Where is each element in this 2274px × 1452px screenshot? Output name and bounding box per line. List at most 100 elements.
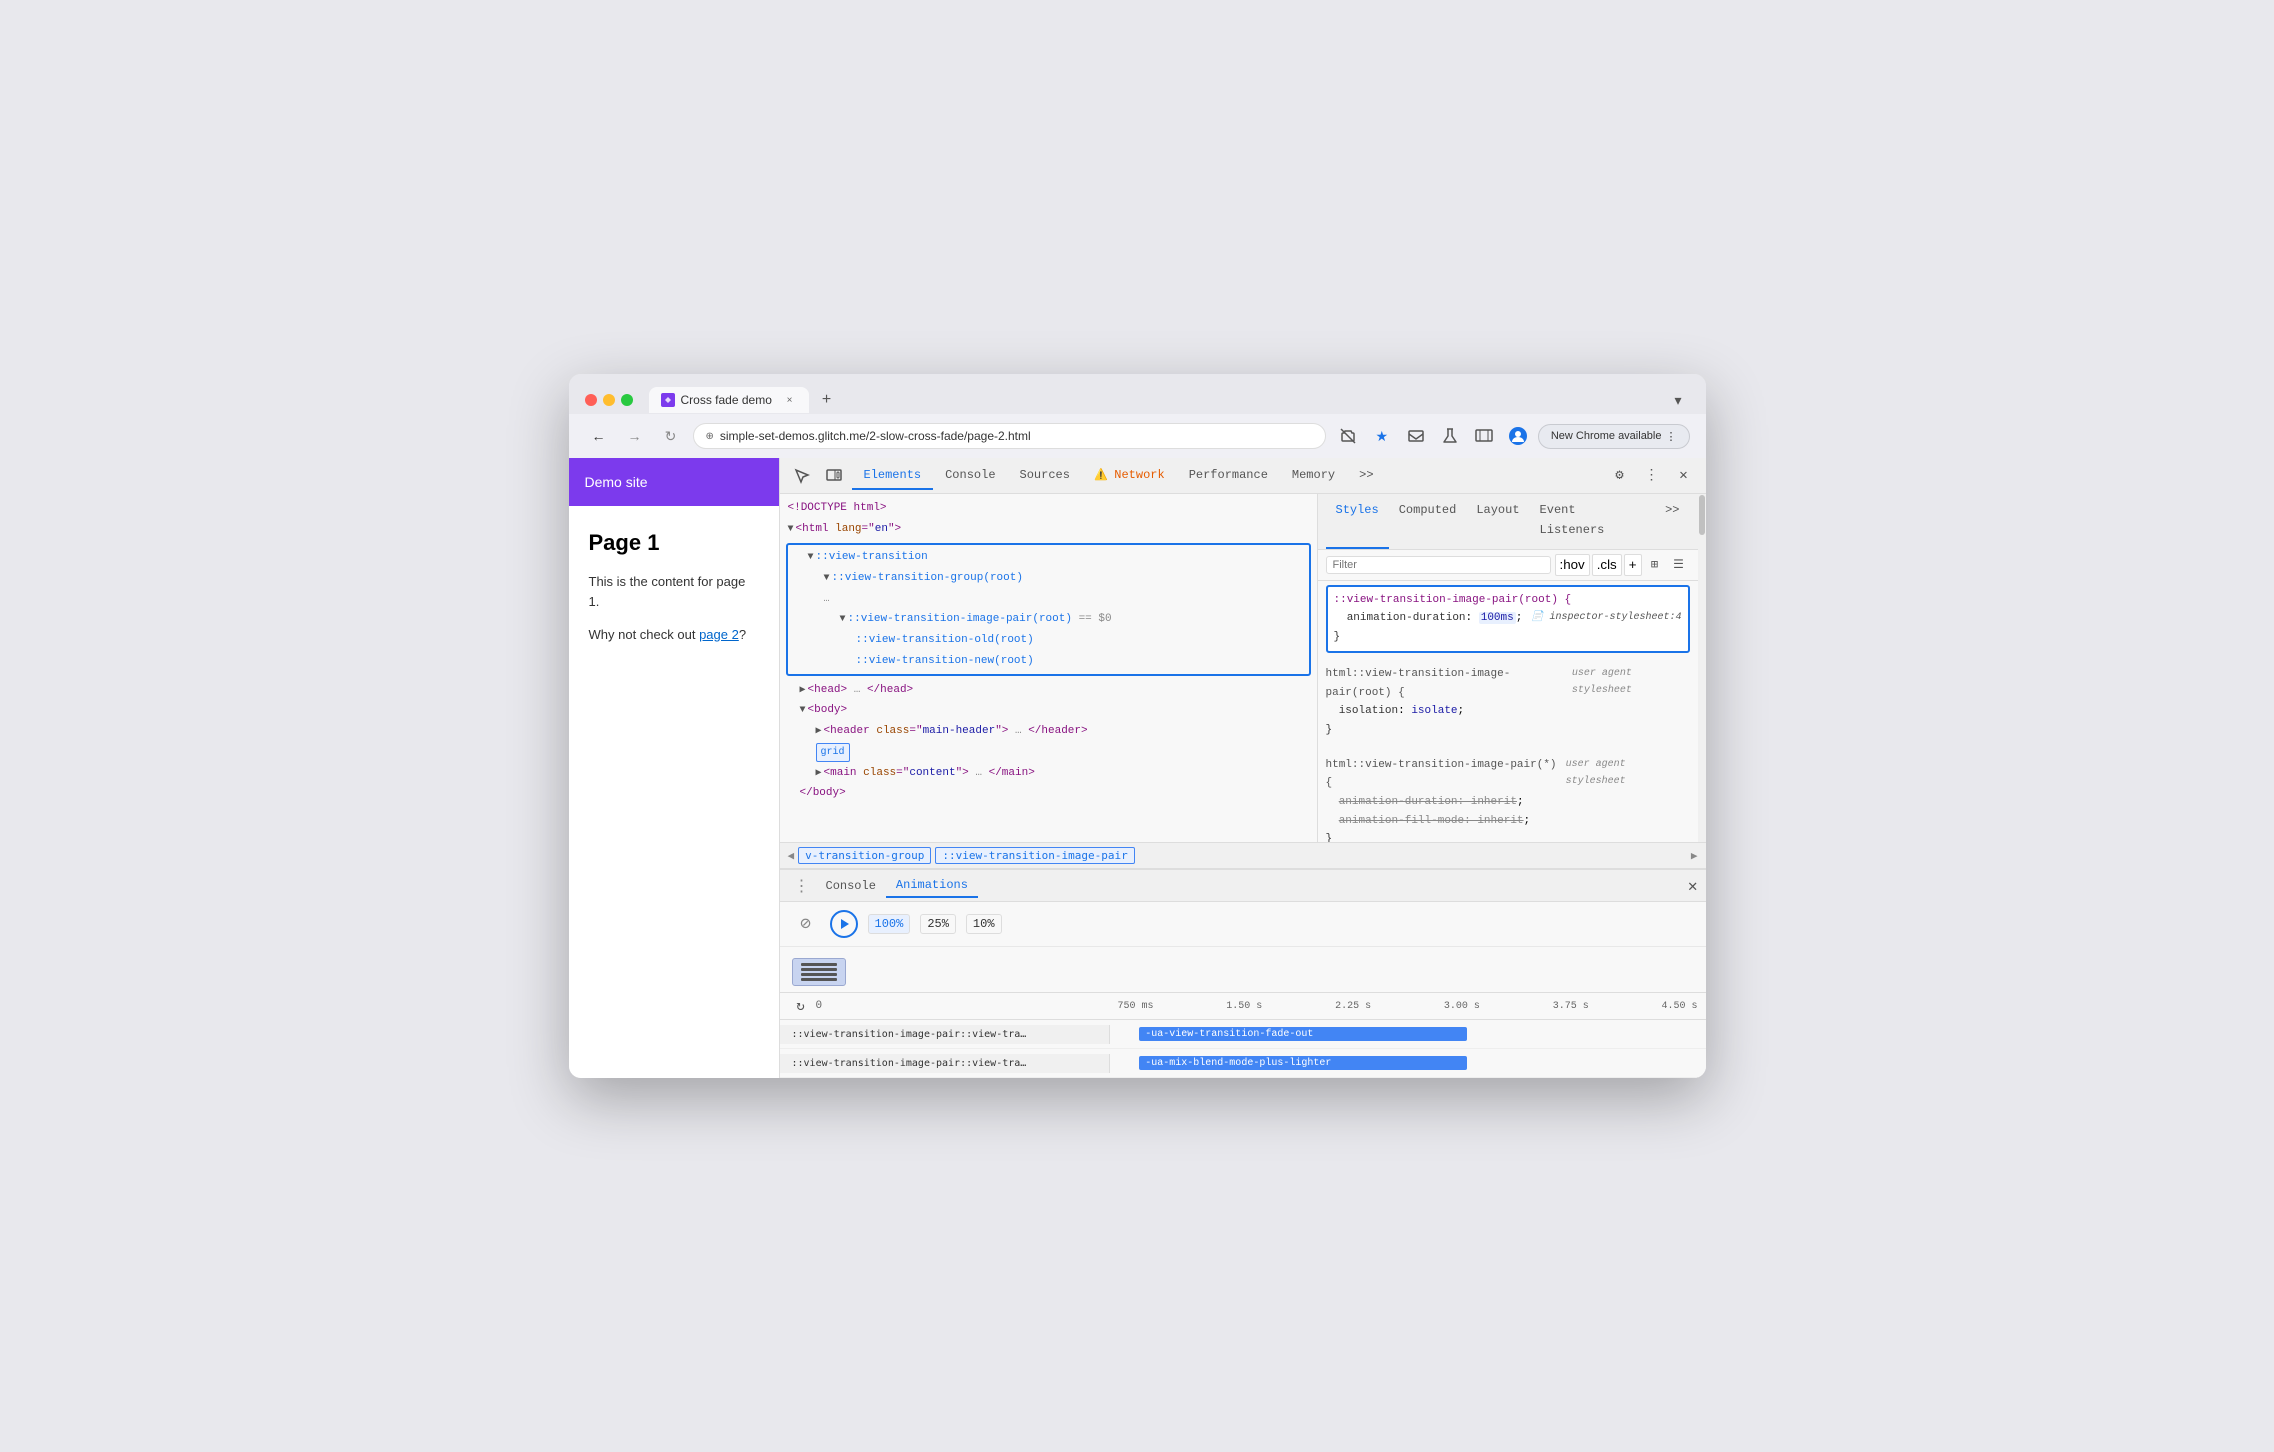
styles-panel: Styles Computed Layout Event Listeners >… [1318,494,1698,842]
back-button[interactable]: ← [585,422,613,450]
styles-filter-input[interactable] [1326,556,1551,574]
dom-line-doctype: <!DOCTYPE html> [780,498,1317,519]
tab-network[interactable]: Network [1082,462,1177,490]
more-options-icon[interactable]: ⋮ [1638,462,1666,490]
tab-close-button[interactable]: × [783,393,797,407]
tab-layout[interactable]: Layout [1466,494,1529,549]
style-rule-ua-1: html::view-transition-image-pair(root) {… [1326,661,1690,744]
breadcrumb-vt-group[interactable]: v-transition-group [798,847,931,864]
demo-p2: Why not check out page 2? [589,625,759,645]
timeline-label-2: ::view-transition-image-pair::view-tra… [780,1054,1110,1073]
new-style-rule-icon[interactable]: ⊞ [1644,554,1666,576]
camera-off-icon[interactable] [1334,422,1362,450]
cls-button[interactable]: .cls [1592,554,1622,576]
elements-panel[interactable]: <!DOCTYPE html> ▼<html lang="en"> ▼::vie… [780,494,1318,842]
timeline-row-2: ::view-transition-image-pair::view-tra… … [780,1049,1706,1078]
tab-console-bottom[interactable]: Console [816,875,886,897]
dom-line-head[interactable]: ▶<head> … </head> [780,680,1317,701]
tab-more-tools[interactable]: >> [1347,462,1385,490]
breadcrumb-vt-image-pair[interactable]: ::view-transition-image-pair [935,847,1134,864]
timeline-refresh-icon[interactable]: ↻ [792,997,810,1015]
select-element-button[interactable] [788,462,816,490]
browser-window: Cross fade demo × + ▾ ← → ↻ ⊕ simple-set… [569,374,1706,1078]
rule-prop-2: isolation: isolate; [1326,702,1690,721]
devtools-close-button[interactable]: ✕ [1670,462,1698,490]
tab-favicon-icon [661,393,675,407]
forward-button[interactable]: → [621,422,649,450]
timeline-bar-area-2: -ua-mix-blend-mode-plus-lighter [1110,1049,1706,1077]
tab-animations[interactable]: Animations [886,874,978,898]
animation-stop-button[interactable]: ⊘ [792,910,820,938]
speed-25[interactable]: 25% [920,914,956,934]
settings-icon[interactable]: ⚙ [1606,462,1634,490]
timeline-bar-2[interactable]: -ua-mix-blend-mode-plus-lighter [1139,1056,1467,1070]
active-tab[interactable]: Cross fade demo × [649,387,809,413]
new-chrome-button[interactable]: New Chrome available ⋮ [1538,424,1690,449]
styles-toolbar: :hov .cls + ⊞ ☰ [1318,550,1698,581]
dom-line-view-transition[interactable]: ▼::view-transition [788,547,1309,568]
timeline-bar-1[interactable]: -ua-view-transition-fade-out [1139,1027,1467,1041]
tab-sources[interactable]: Sources [1008,462,1082,490]
bottom-close-button[interactable]: ✕ [1688,876,1698,896]
rule-brace-2: } [1326,721,1690,740]
animation-controls: ⊘ 100% 25% 10% [780,902,1706,947]
bookmark-icon[interactable]: ★ [1368,422,1396,450]
dom-line-grid-badge[interactable]: grid [780,742,1317,763]
ts-300: 3.00 s [1444,1001,1480,1012]
dom-line-main[interactable]: ▶<main class="content"> … </main> [780,763,1317,784]
dom-line-vt-image-pair[interactable]: ▼::view-transition-image-pair(root) == $… [788,609,1309,630]
tab-elements[interactable]: Elements [852,462,934,490]
demo-page2-link[interactable]: page 2 [699,627,739,642]
animation-play-button[interactable] [830,910,858,938]
dom-line-body[interactable]: ▼<body> [780,700,1317,721]
dom-line-vt-group[interactable]: ▼::view-transition-group(root) [788,568,1309,589]
close-window-button[interactable] [585,394,597,406]
lab-icon[interactable] [1436,422,1464,450]
animation-group[interactable] [792,958,846,986]
toggle-classes-icon[interactable]: ☰ [1668,554,1690,576]
dom-line-vt-new[interactable]: ::view-transition-new(root) [788,651,1309,672]
tab-styles-more[interactable]: >> [1655,494,1689,549]
address-bar[interactable]: ⊕ simple-set-demos.glitch.me/2-slow-cros… [693,423,1326,449]
bottom-menu-icon[interactable]: ⋮ [788,872,816,900]
account-icon[interactable] [1504,422,1532,450]
ts-225: 2.25 s [1335,1001,1371,1012]
speed-10[interactable]: 10% [966,914,1002,934]
styles-scrollbar-thumb[interactable] [1699,495,1705,535]
tab-performance[interactable]: Performance [1177,462,1280,490]
dom-line-ellipsis: … [788,589,1309,610]
ts-750: 750 ms [1118,1001,1154,1012]
tab-list-button[interactable]: ▾ [1666,388,1689,413]
tab-memory[interactable]: Memory [1280,462,1347,490]
send-icon[interactable] [1402,422,1430,450]
timeline-header: ↻ 0 750 ms 1.50 s 2.25 s 3.00 s 3.75 s 4… [780,992,1706,1020]
dom-line-html[interactable]: ▼<html lang="en"> [780,519,1317,540]
tab-event-listeners[interactable]: Event Listeners [1530,494,1656,549]
add-style-button[interactable]: + [1624,554,1642,576]
demo-site-header: Demo site [569,458,779,506]
speed-100[interactable]: 100% [868,914,911,934]
dom-line-header[interactable]: ▶<header class="main-header"> … </header… [780,721,1317,742]
maximize-window-button[interactable] [621,394,633,406]
tab-computed[interactable]: Computed [1389,494,1467,549]
demo-p2-end: ? [739,627,746,642]
timeline-zero: 0 [816,1000,823,1012]
breadcrumb-back-icon[interactable]: ◀ [788,849,795,862]
minimize-window-button[interactable] [603,394,615,406]
hov-button[interactable]: :hov [1555,554,1590,576]
view-transition-highlight: ▼::view-transition ▼::view-transition-gr… [786,543,1311,675]
dom-line-vt-old[interactable]: ::view-transition-old(root) [788,630,1309,651]
dom-line-body-close: </body> [780,783,1317,804]
site-security-icon: ⊕ [706,431,714,442]
rule-brace-1: } [1334,628,1682,647]
tab-console[interactable]: Console [933,462,1007,490]
breadcrumb-forward-icon[interactable]: ▶ [1691,849,1698,862]
display-icon[interactable] [1470,422,1498,450]
styles-scrollbar[interactable] [1698,494,1706,842]
tab-styles[interactable]: Styles [1326,494,1389,549]
new-tab-button[interactable]: + [813,386,841,414]
reload-button[interactable]: ↻ [657,422,685,450]
ts-375: 3.75 s [1553,1001,1589,1012]
device-toolbar-button[interactable] [820,462,848,490]
rule-header-2: html::view-transition-image-pair(root) {… [1326,665,1690,702]
